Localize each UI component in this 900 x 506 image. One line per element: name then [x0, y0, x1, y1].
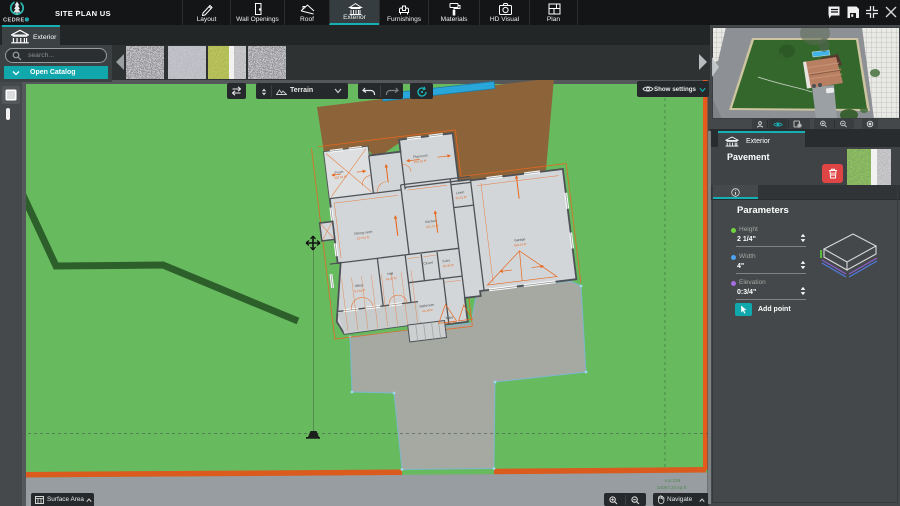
svg-text:CEDREO: CEDREO — [3, 18, 29, 24]
svg-text:Lot 226: Lot 226 — [665, 478, 681, 483]
svg-text:Hall: Hall — [387, 271, 394, 276]
svg-text:34067.34 sq ft: 34067.34 sq ft — [657, 485, 687, 490]
